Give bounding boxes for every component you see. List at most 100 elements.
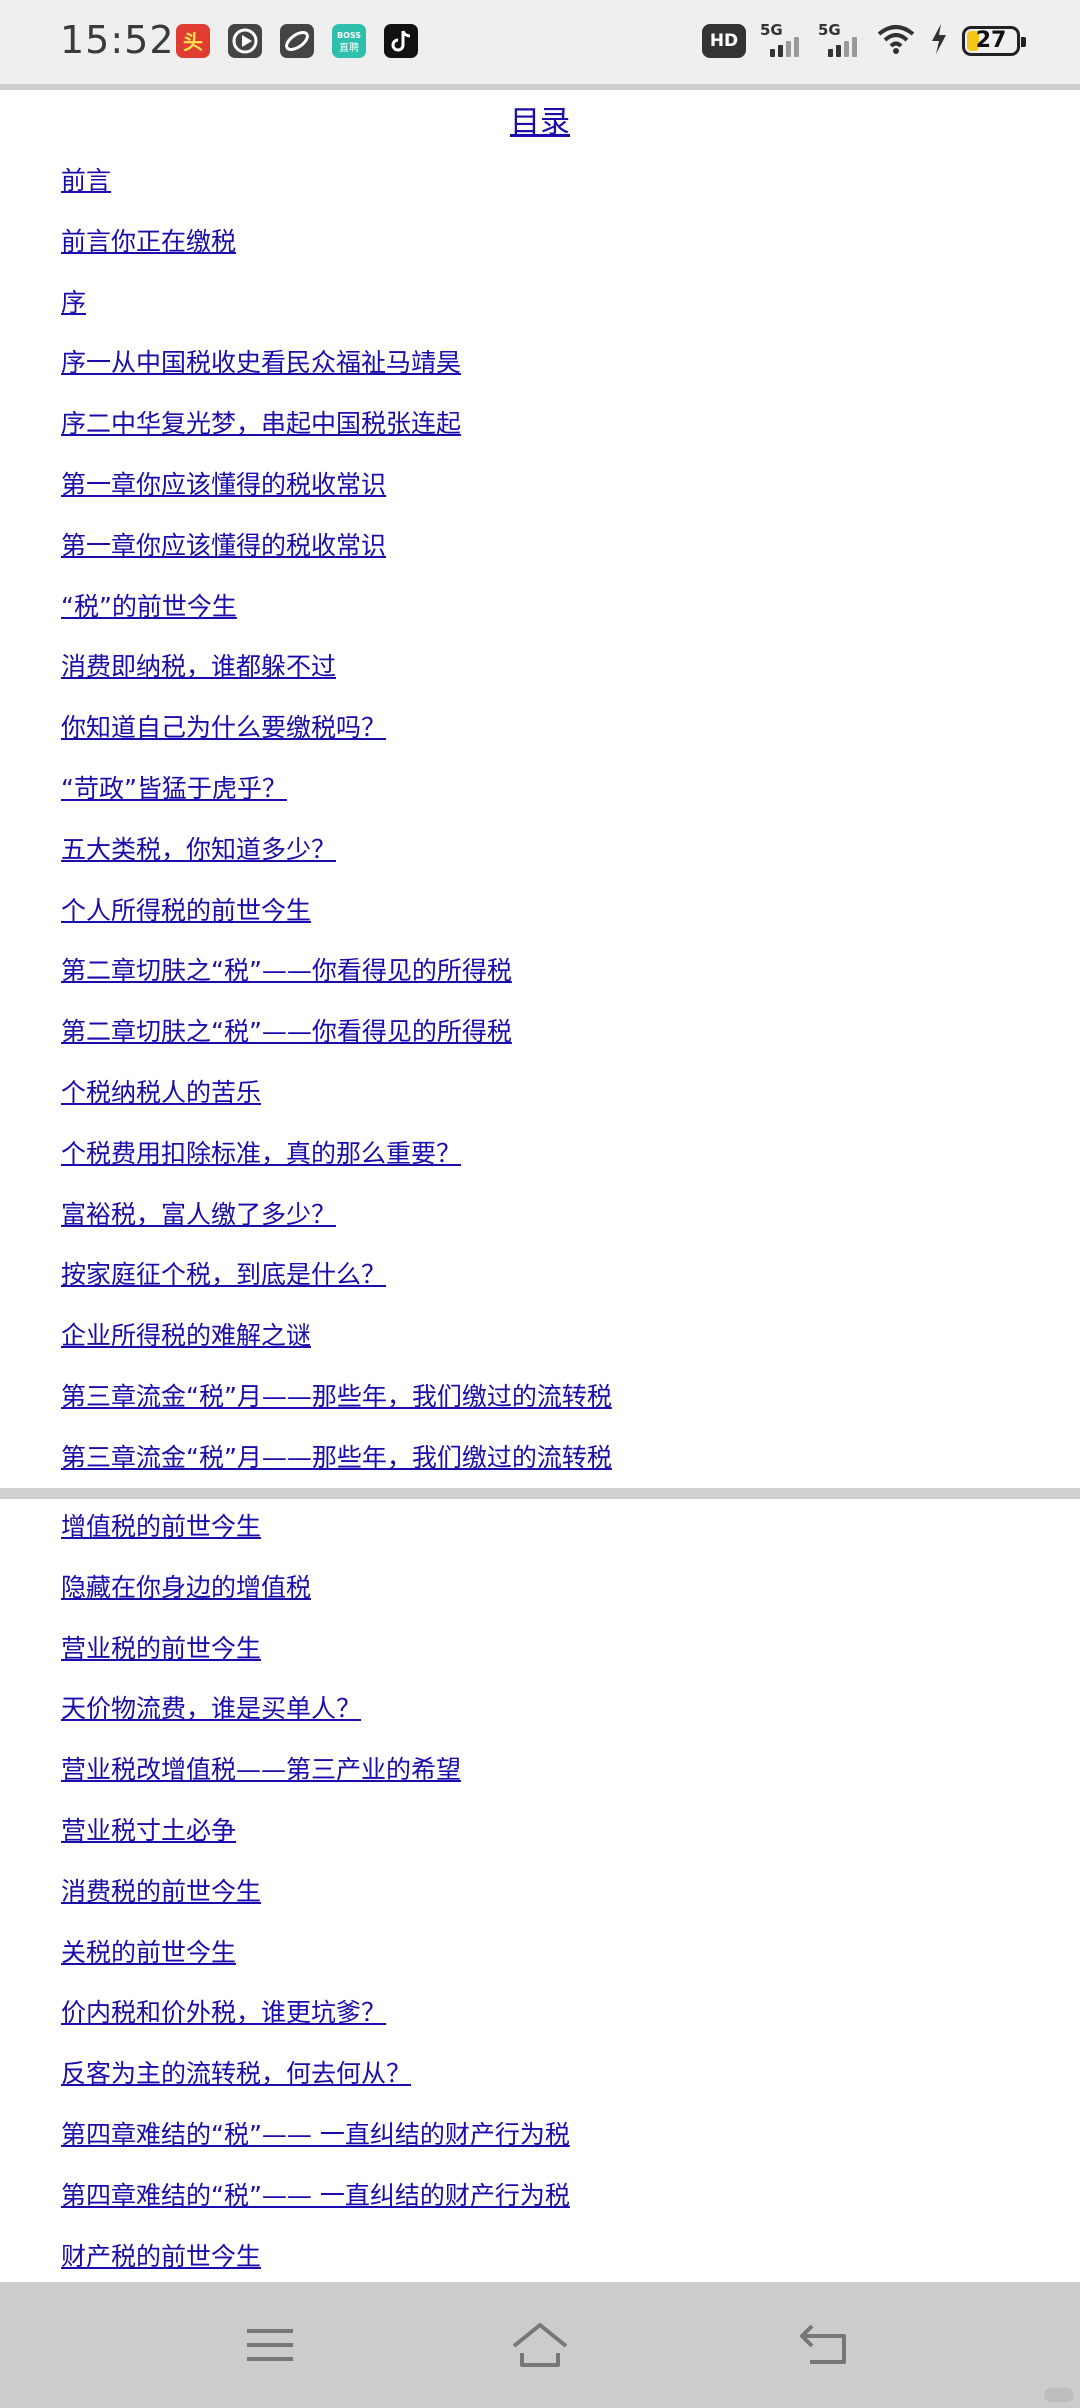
toc-item: 个人所得税的前世今生 [61,893,612,954]
toc-item: 价内税和价外税，谁更坑爹？ [61,1995,570,2056]
toc-link[interactable]: 个税费用扣除标准，真的那么重要？ [61,1139,461,1168]
menu-button[interactable] [230,2310,310,2380]
toc-link[interactable]: 第一章你应该懂得的税收常识 [61,470,386,499]
toc-list-bottom: 增值税的前世今生隐藏在你身边的增值税 营业税的前世今生天价物流费，谁是买单人？ 营业… [61,1509,570,2299]
toc-link[interactable]: 企业所得税的难解之谜 [61,1321,311,1350]
toc-item: 你知道自己为什么要缴税吗？ [61,710,612,771]
toc-item: 消费即纳税，谁都躲不过 [61,649,612,710]
top-divider [0,84,1080,90]
toc-item: 反客为主的流转税，何去何从？ [61,2056,570,2117]
toc-link[interactable]: 营业税改增值税——第三产业的希望 [61,1755,461,1784]
wifi-icon [876,22,916,60]
toc-link[interactable]: 按家庭征个税，到底是什么？ [61,1260,386,1289]
home-button[interactable] [500,2310,580,2380]
charging-icon [930,22,948,60]
back-button[interactable] [785,2310,865,2380]
toc-link[interactable]: 第二章切肤之“税”——你看得见的所得税 [61,956,512,985]
gesture-indicator [1044,2388,1074,2402]
navigation-bar [0,2282,1080,2408]
battery-icon: 27 [962,26,1026,56]
toc-link[interactable]: 富裕税，富人缴了多少？ [61,1200,336,1229]
toc-item: 天价物流费，谁是买单人？ [61,1691,570,1752]
toc-link[interactable]: 前言你正在缴税 [61,227,236,256]
toc-link[interactable]: 隐藏在你身边的增值税 [61,1573,311,1602]
toc-item: 第四章难结的“税”—— 一直纠结的财产行为税 [61,2117,570,2178]
toc-item: 消费税的前世今生 [61,1874,570,1935]
toc-link[interactable]: 序 [61,288,86,317]
toc-item: 前言你正在缴税 [61,224,612,285]
system-icons: HD 5G 5G 27 [702,21,1026,60]
battery-level: 27 [975,28,1007,53]
toc-item: 第四章难结的“税”—— 一直纠结的财产行为税 [61,2178,570,2239]
svg-text:头: 头 [183,30,203,54]
toc-list-top: 前言前言你正在缴税序序一从中国税收史看民众福祉马靖昊 序二中华复光梦，串起中国税张… [61,163,612,1501]
toc-item: 第二章切肤之“税”——你看得见的所得税 [61,953,612,1014]
toc-link[interactable]: 第四章难结的“税”—— 一直纠结的财产行为税 [61,2120,570,2149]
toc-link[interactable]: 增值税的前世今生 [61,1512,261,1541]
tiktok-icon [384,24,418,58]
boss-zhipin-icon: BOSS 直聘 [332,24,366,58]
toc-link[interactable]: 财产税的前世今生 [61,2242,261,2271]
hd-voice-icon: HD [702,24,746,58]
toc-item: 营业税改增值税——第三产业的希望 [61,1752,570,1813]
toc-link[interactable]: 反客为主的流转税，何去何从？ [61,2059,411,2088]
toc-item: “苛政”皆猛于虎乎？ [61,771,612,832]
page-title[interactable]: 目录 [0,97,1080,141]
toc-link[interactable]: 营业税寸土必争 [61,1816,236,1845]
toc-item: 隐藏在你身边的增值税 [61,1570,570,1631]
toc-item: 富裕税，富人缴了多少？ [61,1197,612,1258]
toc-item: 个税纳税人的苦乐 [61,1075,612,1136]
toc-link[interactable]: 价内税和价外税，谁更坑爹？ [61,1998,386,2027]
toc-link[interactable]: 你知道自己为什么要缴税吗？ [61,713,386,742]
toc-item: 序 [61,285,612,346]
toc-item: 序二中华复光梦，串起中国税张连起 [61,406,612,467]
back-icon [800,2324,846,2364]
toc-item: 序一从中国税收史看民众福祉马靖昊 [61,345,612,406]
page-break-divider [0,1488,1080,1499]
toc-link[interactable]: 天价物流费，谁是买单人？ [61,1694,361,1723]
menu-icon [247,2329,293,2361]
toc-item: 第三章流金“税”月——那些年，我们缴过的流转税 [61,1379,612,1440]
toc-link[interactable]: 序二中华复光梦，串起中国税张连起 [61,409,461,438]
toc-link[interactable]: 五大类税，你知道多少？ [61,835,336,864]
toc-link[interactable]: 营业税的前世今生 [61,1634,261,1663]
svg-text:直聘: 直聘 [339,41,359,54]
toc-link[interactable]: 第一章你应该懂得的税收常识 [61,531,386,560]
toc-link[interactable]: 消费即纳税，谁都躲不过 [61,652,336,681]
toc-link[interactable]: 第三章流金“税”月——那些年，我们缴过的流转税 [61,1443,612,1472]
status-time: 15:52 [60,18,175,62]
toc-item: “税”的前世今生 [61,589,612,650]
toc-item: 前言 [61,163,612,224]
signal-1-icon: 5G [760,21,804,59]
toc-link[interactable]: “苛政”皆猛于虎乎？ [61,774,287,803]
toc-link[interactable]: 个人所得税的前世今生 [61,896,311,925]
toc-item: 第一章你应该懂得的税收常识 [61,528,612,589]
video-player-icon [228,24,262,58]
status-bar: 15:52 头 BOSS 直聘 HD 5G 5G 27 [0,0,1080,84]
toc-link[interactable]: 序一从中国税收史看民众福祉马靖昊 [61,348,461,377]
toc-item: 企业所得税的难解之谜 [61,1318,612,1379]
toc-link[interactable]: 第四章难结的“税”—— 一直纠结的财产行为税 [61,2181,570,2210]
signal-2-icon: 5G [818,21,862,59]
toc-item: 增值税的前世今生 [61,1509,570,1570]
toc-link[interactable]: 前言 [61,166,111,195]
toc-item: 个税费用扣除标准，真的那么重要？ [61,1136,612,1197]
toc-item: 按家庭征个税，到底是什么？ [61,1257,612,1318]
toc-link[interactable]: 消费税的前世今生 [61,1877,261,1906]
toc-link[interactable]: 第三章流金“税”月——那些年，我们缴过的流转税 [61,1382,612,1411]
toc-item: 营业税的前世今生 [61,1631,570,1692]
toc-link[interactable]: 个税纳税人的苦乐 [61,1078,261,1107]
notification-icons: 头 BOSS 直聘 [176,24,418,58]
toc-link[interactable]: 第二章切肤之“税”——你看得见的所得税 [61,1017,512,1046]
toc-link[interactable]: 关税的前世今生 [61,1938,236,1967]
browser-app-icon [280,24,314,58]
toc-item: 第一章你应该懂得的税收常识 [61,467,612,528]
toc-item: 五大类税，你知道多少？ [61,832,612,893]
home-icon [512,2323,568,2367]
news-app-icon: 头 [176,24,210,58]
svg-text:BOSS: BOSS [337,31,361,40]
toc-item: 第二章切肤之“税”——你看得见的所得税 [61,1014,612,1075]
toc-link[interactable]: “税”的前世今生 [61,592,237,621]
toc-item: 营业税寸土必争 [61,1813,570,1874]
toc-item: 关税的前世今生 [61,1935,570,1996]
